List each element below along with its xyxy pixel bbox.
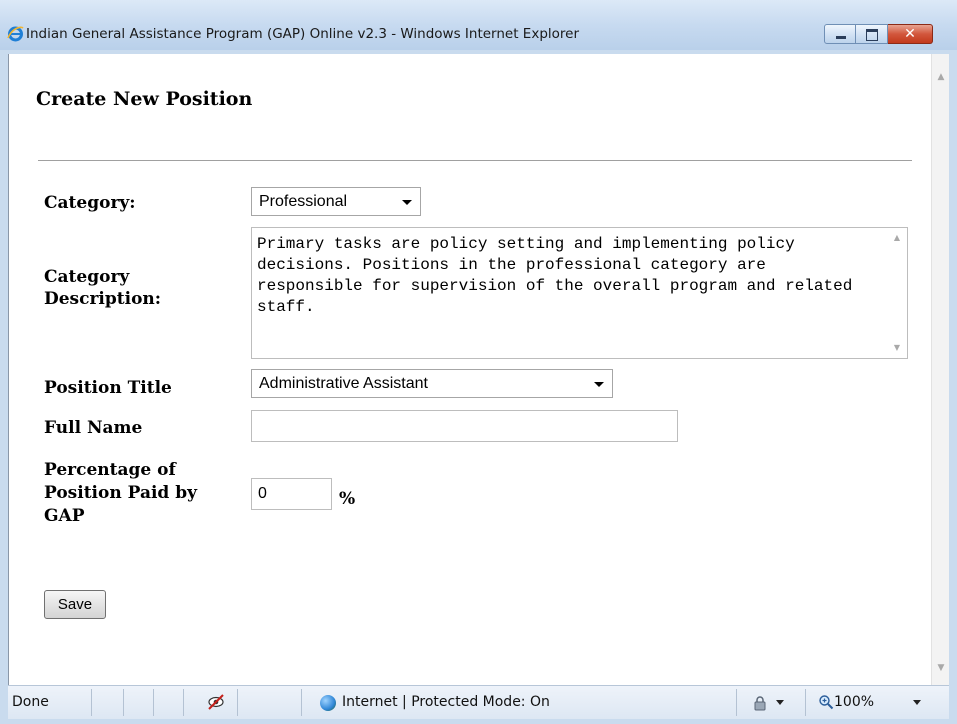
percentage-label: Percentage of Position Paid by GAP [44,460,197,526]
scroll-up-icon[interactable]: ▲ [932,68,950,86]
category-description-label: Category Description: [44,267,162,309]
status-separator [805,689,806,716]
save-button[interactable]: Save [44,590,106,619]
chevron-down-icon[interactable] [776,700,784,705]
status-separator [153,689,154,716]
status-separator [123,689,124,716]
percent-unit: % [339,489,356,509]
category-label: Category: [44,193,136,213]
window-border [949,50,957,724]
status-separator [301,689,302,716]
status-separator [736,689,737,716]
status-separator [237,689,238,716]
security-zone-text[interactable]: Internet | Protected Mode: On [342,694,550,710]
caption-buttons: ✕ [824,24,933,46]
category-select-value: Professional [259,193,348,210]
status-text: Done [12,694,49,710]
status-separator [183,689,184,716]
browser-window: Indian General Assistance Program (GAP) … [0,0,957,724]
divider [38,160,912,161]
chevron-down-icon [402,200,412,205]
lock-icon[interactable] [752,695,768,711]
scroll-down-icon[interactable]: ▼ [932,659,950,677]
full-name-label: Full Name [44,418,143,438]
percentage-input[interactable]: 0 [251,478,332,510]
maximize-button[interactable] [856,24,888,44]
full-name-input[interactable] [251,410,678,442]
close-button[interactable]: ✕ [888,24,933,44]
zoom-level[interactable]: 100% [834,694,874,710]
position-title-select-value: Administrative Assistant [259,375,428,392]
globe-icon [320,695,336,711]
chevron-down-icon[interactable] [913,700,921,705]
chevron-down-icon [594,382,604,387]
title-bar: Indian General Assistance Program (GAP) … [0,0,957,50]
privacy-eye-icon[interactable] [207,693,225,711]
category-description-text: Primary tasks are policy setting and imp… [257,235,862,316]
page-title: Create New Position [36,88,253,110]
textarea-scrollbar[interactable]: ▲ ▼ [887,228,907,358]
status-bar: Done Internet | Protected Mode: On 100% [8,685,949,719]
scroll-up-icon[interactable]: ▲ [887,230,907,246]
position-title-label: Position Title [44,378,172,398]
window-title: Indian General Assistance Program (GAP) … [26,26,580,42]
status-separator [91,689,92,716]
magnifier-icon[interactable] [818,694,834,710]
close-icon: ✕ [904,26,916,42]
page-scrollbar[interactable]: ▲ ▼ [931,54,950,685]
minimize-button[interactable] [824,24,856,44]
scroll-down-icon[interactable]: ▼ [887,340,907,356]
category-select[interactable]: Professional [251,187,421,216]
category-description-textarea[interactable]: Primary tasks are policy setting and imp… [251,227,908,359]
position-title-select[interactable]: Administrative Assistant [251,369,613,398]
internet-explorer-icon [7,26,24,42]
